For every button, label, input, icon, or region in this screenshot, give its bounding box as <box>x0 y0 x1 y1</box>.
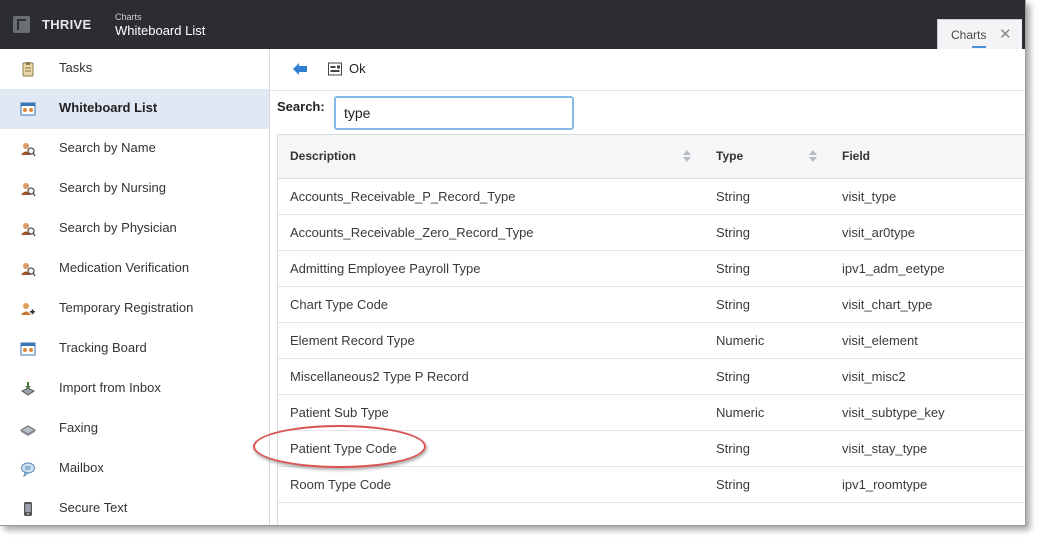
column-header-type[interactable]: Type <box>716 149 743 163</box>
results-table: Description Type Field Accounts_Receivab… <box>277 134 1025 525</box>
search-label: Search: <box>277 99 325 114</box>
cell-field: ipv1_adm_eetype <box>842 261 945 276</box>
sidebar-item-label: Temporary Registration <box>59 300 194 315</box>
table-row[interactable]: Element Record Type Numeric visit_elemen… <box>278 323 1025 359</box>
table-header: Description Type Field <box>278 135 1025 179</box>
sidebar-item-temporary-registration[interactable]: Temporary Registration <box>0 289 269 329</box>
sidebar-item-label: Whiteboard List <box>59 100 158 115</box>
top-bar: THRIVE Charts Whiteboard List Charts ✕ <box>0 0 1025 49</box>
sidebar-item-label: Import from Inbox <box>59 380 161 395</box>
cell-type: Numeric <box>716 405 765 420</box>
column-header-description[interactable]: Description <box>290 149 356 163</box>
table-row[interactable]: Admitting Employee Payroll Type String i… <box>278 251 1025 287</box>
back-arrow-icon[interactable] <box>292 62 308 76</box>
people-search-icon <box>21 183 36 197</box>
brand-name: THRIVE <box>42 17 92 32</box>
sidebar-item-import-from-inbox[interactable]: Import from Inbox <box>0 369 269 409</box>
table-row[interactable]: Accounts_Receivable_P_Record_Type String… <box>278 179 1025 215</box>
cell-type: String <box>716 225 750 240</box>
whiteboard-icon <box>20 342 36 356</box>
sidebar: Tasks Whiteboard List Search by Name Sea… <box>0 49 270 525</box>
breadcrumb-section: Charts <box>115 12 142 22</box>
sort-icon[interactable] <box>683 150 691 164</box>
people-search-icon <box>21 143 36 157</box>
person-add-icon <box>21 303 35 315</box>
people-search-icon <box>21 263 36 277</box>
sidebar-item-label: Search by Name <box>59 140 156 155</box>
sidebar-item-mailbox[interactable]: Mailbox <box>0 449 269 489</box>
sort-icon[interactable] <box>809 150 817 164</box>
toolbar: Ok <box>270 49 1025 91</box>
sidebar-item-search-by-nursing[interactable]: Search by Nursing <box>0 169 269 209</box>
cell-type: String <box>716 369 750 384</box>
column-header-field[interactable]: Field <box>842 149 870 163</box>
sidebar-item-label: Medication Verification <box>59 260 190 275</box>
table-row[interactable]: Room Type Code String ipv1_roomtype <box>278 467 1025 503</box>
tab-active-indicator <box>972 46 986 48</box>
cell-description: Room Type Code <box>290 477 391 492</box>
whiteboard-icon <box>20 102 36 116</box>
sidebar-item-faxing[interactable]: Faxing <box>0 409 269 449</box>
highlight-ellipse-annotation <box>253 425 426 468</box>
sidebar-item-label: Search by Physician <box>59 220 177 235</box>
clipboard-icon <box>22 62 34 77</box>
mailbox-icon <box>21 462 35 477</box>
cell-type: Numeric <box>716 333 765 348</box>
sidebar-item-search-by-name[interactable]: Search by Name <box>0 129 269 169</box>
sidebar-item-secure-text[interactable]: Secure Text <box>0 489 269 525</box>
cell-field: visit_subtype_key <box>842 405 945 420</box>
cell-description: Accounts_Receivable_P_Record_Type <box>290 189 516 204</box>
table-row[interactable]: Accounts_Receivable_Zero_Record_Type Str… <box>278 215 1025 251</box>
tab-charts[interactable]: Charts ✕ <box>937 19 1022 49</box>
sidebar-item-tracking-board[interactable]: Tracking Board <box>0 329 269 369</box>
tab-charts-label: Charts <box>951 28 987 42</box>
cell-field: visit_stay_type <box>842 441 928 456</box>
app-window: THRIVE Charts Whiteboard List Charts ✕ T… <box>0 0 1026 526</box>
sidebar-item-label: Tracking Board <box>59 340 147 355</box>
phone-icon <box>24 502 32 516</box>
close-icon[interactable]: ✕ <box>999 25 1012 43</box>
ok-form-icon[interactable] <box>328 62 342 76</box>
fax-icon <box>20 425 36 436</box>
cell-field: visit_ar0type <box>842 225 915 240</box>
table-row[interactable]: Patient Sub Type Numeric visit_subtype_k… <box>278 395 1025 431</box>
page-title: Whiteboard List <box>115 23 206 38</box>
sidebar-item-search-by-physician[interactable]: Search by Physician <box>0 209 269 249</box>
search-input[interactable] <box>334 96 574 130</box>
cell-description: Chart Type Code <box>290 297 389 312</box>
cell-field: visit_chart_type <box>842 297 933 312</box>
cell-description: Admitting Employee Payroll Type <box>290 261 481 276</box>
cell-field: visit_misc2 <box>842 369 906 384</box>
sidebar-item-label: Secure Text <box>59 500 128 515</box>
sidebar-item-label: Search by Nursing <box>59 180 166 195</box>
cell-type: String <box>716 189 750 204</box>
cell-description: Patient Sub Type <box>290 405 389 420</box>
cell-description: Element Record Type <box>290 333 415 348</box>
cell-type: String <box>716 441 750 456</box>
cell-type: String <box>716 477 750 492</box>
table-row[interactable]: Chart Type Code String visit_chart_type <box>278 287 1025 323</box>
cell-field: visit_element <box>842 333 918 348</box>
sidebar-item-label: Mailbox <box>59 460 104 475</box>
cell-type: String <box>716 261 750 276</box>
cell-type: String <box>716 297 750 312</box>
people-search-icon <box>21 223 36 237</box>
inbox-import-icon <box>21 382 35 396</box>
cell-description: Accounts_Receivable_Zero_Record_Type <box>290 225 534 240</box>
ok-button[interactable]: Ok <box>349 61 366 76</box>
thrive-logo-icon <box>13 16 30 33</box>
sidebar-item-tasks[interactable]: Tasks <box>0 49 269 89</box>
sidebar-item-label: Tasks <box>59 60 93 75</box>
sidebar-item-medication-verification[interactable]: Medication Verification <box>0 249 269 289</box>
table-row[interactable]: Miscellaneous2 Type P Record String visi… <box>278 359 1025 395</box>
sidebar-item-label: Faxing <box>59 420 99 435</box>
cell-description: Miscellaneous2 Type P Record <box>290 369 469 384</box>
cell-field: ipv1_roomtype <box>842 477 928 492</box>
sidebar-item-whiteboard-list[interactable]: Whiteboard List <box>0 89 269 129</box>
cell-field: visit_type <box>842 189 897 204</box>
